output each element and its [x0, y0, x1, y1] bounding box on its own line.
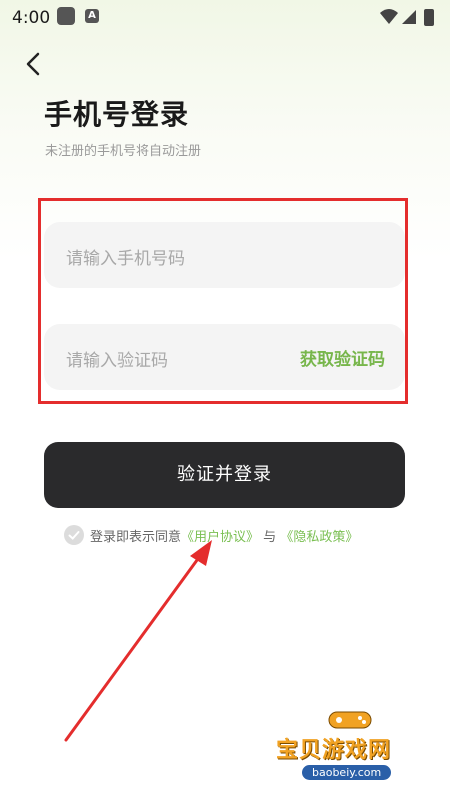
- page-title: 手机号登录: [44, 98, 190, 131]
- signal-icon: [402, 10, 416, 24]
- watermark: 宝贝游戏网 baobeiy.com: [270, 700, 450, 800]
- agreement-conjunction: 与: [263, 530, 277, 545]
- status-time: 4:00: [12, 8, 51, 28]
- status-bar: 4:00 A: [0, 0, 450, 36]
- page-subtitle: 未注册的手机号将自动注册: [45, 144, 202, 159]
- battery-icon: [424, 9, 434, 26]
- highlight-box: [38, 198, 408, 404]
- agreement-text: 登录即表示同意《用户协议》 与 《隐私政策》: [90, 526, 358, 545]
- user-agreement-link[interactable]: 《用户协议》: [181, 530, 259, 545]
- gamepad-icon: [328, 711, 372, 729]
- checkbox-icon: [68, 531, 80, 540]
- system-icons: [380, 9, 434, 26]
- watermark-title: 宝贝游戏网: [276, 738, 392, 763]
- notification-icon: [57, 7, 75, 25]
- login-button[interactable]: 验证并登录: [44, 442, 405, 508]
- back-arrow-icon[interactable]: [18, 48, 50, 80]
- agreement-prefix: 登录即表示同意: [90, 530, 182, 545]
- agreement-checkbox[interactable]: [64, 525, 84, 545]
- app-notification-icon: A: [85, 9, 99, 23]
- watermark-url: baobeiy.com: [302, 765, 392, 780]
- wifi-icon: [380, 9, 398, 24]
- privacy-policy-link[interactable]: 《隐私政策》: [280, 530, 358, 545]
